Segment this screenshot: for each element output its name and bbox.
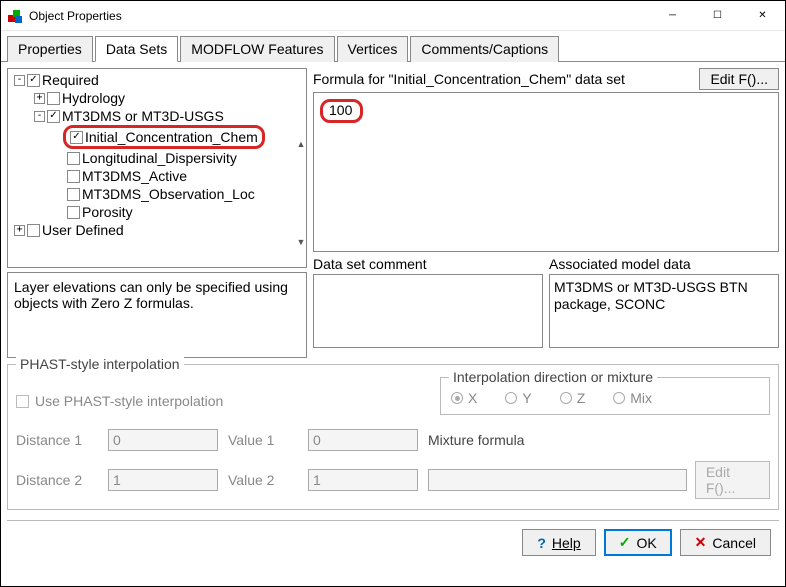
formula-box[interactable]: 100 xyxy=(313,92,779,252)
tree-node-porosity[interactable]: Porosity xyxy=(10,203,294,221)
window-title: Object Properties xyxy=(29,9,650,23)
ok-button[interactable]: ✓ OK xyxy=(604,529,672,556)
checkbox[interactable] xyxy=(47,92,60,105)
app-icon xyxy=(7,8,23,24)
checkbox[interactable]: ✓ xyxy=(70,131,83,144)
tree-label: MT3DMS_Observation_Loc xyxy=(82,185,255,203)
mixture-label: Mixture formula xyxy=(428,432,524,448)
vertical-scroll-indicator[interactable]: ▲ ▼ xyxy=(296,139,306,247)
radio-y[interactable]: Y xyxy=(505,390,531,406)
tab-properties[interactable]: Properties xyxy=(7,36,93,62)
edit-formula-button[interactable]: Edit F()... xyxy=(699,68,779,90)
scroll-up-icon[interactable]: ▲ xyxy=(297,139,306,149)
distance2-input[interactable] xyxy=(108,469,218,491)
cancel-button[interactable]: ✕ Cancel xyxy=(680,529,771,556)
value2-label: Value 2 xyxy=(228,472,298,488)
edit-mix-formula-button[interactable]: Edit F()... xyxy=(695,461,770,499)
formula-label: Formula for "Initial_Concentration_Chem"… xyxy=(313,71,693,87)
value2-input[interactable] xyxy=(308,469,418,491)
help-button[interactable]: ? Help xyxy=(522,529,595,556)
tree-label: Initial_Concentration_Chem xyxy=(85,128,258,146)
distance1-input[interactable] xyxy=(108,429,218,451)
tree-node-mt3-active[interactable]: MT3DMS_Active xyxy=(10,167,294,185)
scroll-down-icon[interactable]: ▼ xyxy=(297,237,306,247)
tree-label: Required xyxy=(42,71,99,89)
checkbox[interactable] xyxy=(67,170,80,183)
use-phast-label: Use PHAST-style interpolation xyxy=(35,393,223,409)
value1-label: Value 1 xyxy=(228,432,298,448)
tab-data-sets[interactable]: Data Sets xyxy=(95,36,178,62)
help-icon: ? xyxy=(537,535,546,551)
tree-label: Longitudinal_Dispersivity xyxy=(82,149,237,167)
info-panel: Layer elevations can only be specified u… xyxy=(7,272,307,358)
titlebar: Object Properties ─ ☐ ✕ xyxy=(1,1,785,31)
maximize-button[interactable]: ☐ xyxy=(695,1,740,30)
check-icon: ✓ xyxy=(619,534,631,551)
radio-x[interactable]: X xyxy=(451,390,477,406)
interp-group-title: Interpolation direction or mixture xyxy=(449,369,657,385)
tree-label: Hydrology xyxy=(62,89,125,107)
tree-node-long-disp[interactable]: Longitudinal_Dispersivity xyxy=(10,149,294,167)
value1-input[interactable] xyxy=(308,429,418,451)
tab-vertices[interactable]: Vertices xyxy=(337,36,409,62)
expand-icon[interactable]: + xyxy=(14,225,25,236)
checkbox[interactable] xyxy=(67,206,80,219)
tree-node-hydrology[interactable]: + Hydrology xyxy=(10,89,294,107)
tree-node-mt3dms[interactable]: - ✓ MT3DMS or MT3D-USGS xyxy=(10,107,294,125)
expand-icon[interactable]: + xyxy=(34,93,45,104)
checkbox[interactable] xyxy=(67,152,80,165)
tree-label: Porosity xyxy=(82,203,133,221)
use-phast-checkbox[interactable] xyxy=(16,395,29,408)
ok-button-label: OK xyxy=(636,535,656,551)
use-phast-row: Use PHAST-style interpolation xyxy=(16,377,223,409)
comment-label: Data set comment xyxy=(313,256,543,272)
tab-bar: Properties Data Sets MODFLOW Features Ve… xyxy=(1,31,785,62)
checkbox[interactable]: ✓ xyxy=(27,74,40,87)
phast-group: PHAST-style interpolation Use PHAST-styl… xyxy=(7,364,779,510)
collapse-icon[interactable]: - xyxy=(34,111,45,122)
close-button[interactable]: ✕ xyxy=(740,1,785,30)
distance1-label: Distance 1 xyxy=(16,432,98,448)
distance2-label: Distance 2 xyxy=(16,472,98,488)
phast-group-title: PHAST-style interpolation xyxy=(16,356,184,372)
content-area: - ✓ Required + Hydrology - ✓ MT3DMS or M… xyxy=(1,62,785,570)
highlight-outline: ✓ Initial_Concentration_Chem xyxy=(63,125,265,149)
tree-label: MT3DMS_Active xyxy=(82,167,187,185)
assoc-label: Associated model data xyxy=(549,256,779,272)
tree-node-required[interactable]: - ✓ Required xyxy=(10,71,294,89)
help-button-label: Help xyxy=(552,535,581,551)
tab-comments-captions[interactable]: Comments/Captions xyxy=(410,36,559,62)
tree-node-initial-conc[interactable]: ✓ Initial_Concentration_Chem xyxy=(10,125,294,149)
assoc-box: MT3DMS or MT3D-USGS BTN package, SCONC xyxy=(549,274,779,348)
collapse-icon[interactable]: - xyxy=(14,75,25,86)
checkbox[interactable] xyxy=(27,224,40,237)
tree-panel: - ✓ Required + Hydrology - ✓ MT3DMS or M… xyxy=(7,68,307,268)
tree-node-mt3-obs[interactable]: MT3DMS_Observation_Loc xyxy=(10,185,294,203)
minimize-button[interactable]: ─ xyxy=(650,1,695,30)
tab-modflow-features[interactable]: MODFLOW Features xyxy=(180,36,334,62)
formula-value-highlight: 100 xyxy=(320,99,363,123)
window-controls: ─ ☐ ✕ xyxy=(650,1,785,30)
interp-direction-group: Interpolation direction or mixture X Y Z… xyxy=(440,377,770,415)
x-icon: ✕ xyxy=(695,534,707,551)
checkbox[interactable] xyxy=(67,188,80,201)
cancel-button-label: Cancel xyxy=(712,535,756,551)
checkbox[interactable]: ✓ xyxy=(47,110,60,123)
radio-mix[interactable]: Mix xyxy=(613,390,652,406)
tree-node-user-defined[interactable]: + User Defined xyxy=(10,221,294,239)
tree-label: MT3DMS or MT3D-USGS xyxy=(62,107,224,125)
comment-box[interactable] xyxy=(313,274,543,348)
mixture-formula-box[interactable] xyxy=(428,469,687,491)
tree-label: User Defined xyxy=(42,221,124,239)
footer-button-bar: ? Help ✓ OK ✕ Cancel xyxy=(7,520,779,564)
radio-z[interactable]: Z xyxy=(560,390,586,406)
